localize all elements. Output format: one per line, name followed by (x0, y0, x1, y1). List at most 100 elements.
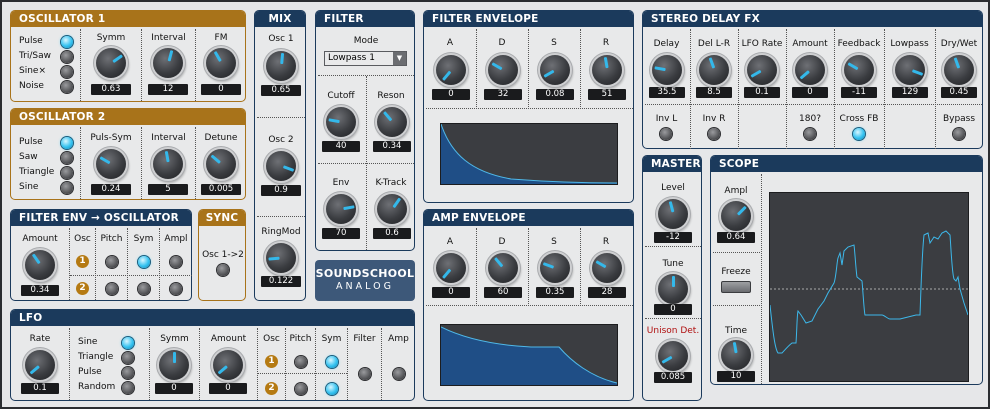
release-label: R (602, 237, 610, 247)
panel-title: MASTER (643, 156, 701, 172)
filter-toggle[interactable] (359, 368, 371, 380)
time-knob[interactable] (721, 340, 751, 370)
osc2-level-knob[interactable] (266, 151, 296, 181)
wave-pulse-radio[interactable] (61, 36, 73, 48)
osc2-sym-toggle[interactable] (326, 383, 338, 395)
amount-knob[interactable] (795, 55, 825, 85)
wave-sine-radio[interactable] (61, 66, 73, 78)
osc1-pitch-toggle[interactable] (295, 356, 307, 368)
wave-pulse-radio[interactable] (122, 367, 134, 379)
feedback-knob[interactable] (844, 55, 874, 85)
sustain-knob[interactable] (540, 55, 570, 85)
logo-line-1: SOUNDSCHOOL (315, 267, 415, 280)
sync-toggle[interactable] (217, 264, 229, 276)
amount-label: Amount (22, 234, 58, 244)
attack-knob[interactable] (436, 55, 466, 85)
fm-knob[interactable] (206, 48, 236, 78)
lowpass-value: 129 (892, 87, 928, 98)
wave-sine-radio[interactable] (122, 337, 134, 349)
cross-fb-toggle[interactable] (853, 128, 865, 140)
wave-trisaw-radio[interactable] (61, 51, 73, 63)
sustain-knob[interactable] (540, 253, 570, 283)
sustain-label: S (551, 237, 557, 247)
panel-title: STEREO DELAY FX (643, 11, 982, 27)
wave-sine-radio[interactable] (61, 182, 73, 194)
release-knob[interactable] (592, 55, 622, 85)
decay-knob[interactable] (488, 253, 518, 283)
k-track-knob[interactable] (377, 194, 407, 224)
detune-knob[interactable] (206, 149, 236, 179)
interval-knob[interactable] (153, 149, 183, 179)
deg-180-toggle[interactable] (804, 128, 816, 140)
symm-knob[interactable] (96, 48, 126, 78)
inv-l-toggle[interactable] (660, 128, 672, 140)
inv-r-toggle[interactable] (708, 128, 720, 140)
level-knob[interactable] (658, 199, 688, 229)
osc2-sym-toggle[interactable] (138, 283, 150, 295)
wave-triangle-radio[interactable] (61, 167, 73, 179)
amount-knob[interactable] (25, 250, 55, 280)
bypass-toggle[interactable] (953, 128, 965, 140)
osc2-ampl-toggle[interactable] (170, 283, 182, 295)
k-track-value: 0.6 (373, 228, 411, 239)
amp-toggle[interactable] (393, 368, 405, 380)
freeze-button[interactable] (721, 281, 751, 293)
release-knob[interactable] (592, 253, 622, 283)
interval-label: Interval (151, 133, 186, 143)
env-knob[interactable] (326, 194, 356, 224)
time-label: Time (724, 326, 748, 336)
osc1-ampl-toggle[interactable] (170, 256, 182, 268)
tune-knob[interactable] (658, 274, 688, 304)
unison-det-knob[interactable] (658, 341, 688, 371)
osc2-level-value: 0.9 (261, 185, 301, 196)
attack-knob[interactable] (436, 253, 466, 283)
delay-knob[interactable] (652, 55, 682, 85)
osc1-sym-toggle[interactable] (138, 256, 150, 268)
symm-label: Symm (96, 33, 126, 43)
wave-noise-radio[interactable] (61, 81, 73, 93)
puls-sym-knob[interactable] (96, 149, 126, 179)
interval-label: Interval (151, 33, 186, 43)
lowpass-knob[interactable] (895, 55, 925, 85)
reson-knob[interactable] (377, 107, 407, 137)
amount-knob[interactable] (213, 350, 243, 380)
osc-2-badge: 2 (76, 282, 89, 295)
osc2-pitch-toggle[interactable] (106, 283, 118, 295)
cutoff-knob[interactable] (326, 107, 356, 137)
panel-title: FILTER ENVELOPE (424, 11, 633, 27)
reson-value: 0.34 (373, 141, 411, 152)
wave-random-radio[interactable] (122, 382, 134, 394)
mode-select[interactable]: Lowpass 1 ▼ (324, 51, 407, 66)
ringmod-knob[interactable] (266, 243, 296, 273)
scope-waveform (769, 230, 969, 354)
delay-value: 35.5 (649, 87, 685, 98)
rate-knob[interactable] (25, 350, 55, 380)
k-track-label: K-Track (375, 178, 407, 188)
wave-pulse-radio[interactable] (61, 137, 73, 149)
symm-knob[interactable] (159, 350, 189, 380)
del-l-r-knob[interactable] (699, 55, 729, 85)
osc2-pitch-toggle[interactable] (295, 383, 307, 395)
ringmod-value: 0.122 (261, 276, 301, 287)
lfo-rate-knob[interactable] (747, 55, 777, 85)
osc2-level-label: Osc 2 (268, 135, 294, 145)
ampl-column-label: Ampl (164, 234, 188, 244)
decay-knob[interactable] (488, 55, 518, 85)
amount-label: Amount (210, 334, 247, 344)
symm-label: Symm (160, 334, 189, 344)
sustain-label: S (551, 38, 557, 48)
decay-label: D (498, 237, 506, 247)
osc1-sym-toggle[interactable] (326, 356, 338, 368)
ampl-knob[interactable] (721, 201, 751, 231)
rate-label: Rate (29, 334, 51, 344)
interval-value: 5 (148, 184, 188, 195)
release-label: R (602, 38, 610, 48)
osc1-level-knob[interactable] (266, 51, 296, 81)
osc1-pitch-toggle[interactable] (106, 256, 118, 268)
attack-value: 0 (432, 89, 470, 100)
sym-column-label: Sym (321, 334, 342, 344)
wave-saw-radio[interactable] (61, 152, 73, 164)
dry-wet-knob[interactable] (944, 55, 974, 85)
wave-triangle-radio[interactable] (122, 352, 134, 364)
interval-knob[interactable] (153, 48, 183, 78)
